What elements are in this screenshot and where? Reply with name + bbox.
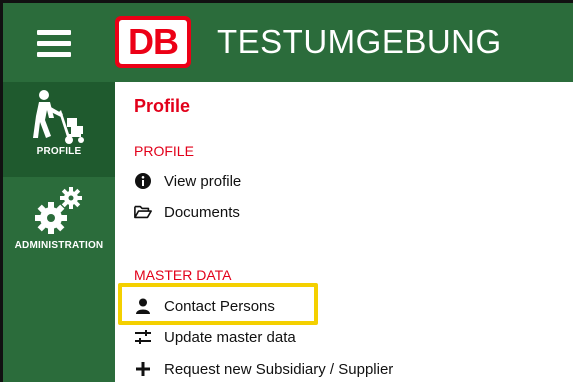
update-master-data-label: Update master data (164, 328, 296, 346)
worker-cart-icon (33, 90, 84, 144)
sidebar-item-administration[interactable]: ADMINISTRATION (3, 182, 115, 272)
app-title: TESTUMGEBUNG (217, 23, 502, 60)
menu-icon[interactable] (37, 30, 71, 58)
db-logo[interactable]: DB (115, 16, 191, 68)
request-new-subsidiary-label: Request new Subsidiary / Supplier (164, 360, 394, 378)
folder-open-icon (134, 203, 152, 221)
main-content: Profile PROFILE View profile Documents M… (115, 82, 573, 382)
sidebar-item-profile[interactable]: PROFILE (3, 82, 115, 177)
request-new-subsidiary-link[interactable]: Request new Subsidiary / Supplier (134, 360, 393, 378)
plus-icon (134, 360, 152, 378)
sidebar: PROFILE ADMINISTRATION (0, 82, 115, 382)
gears-icon (35, 187, 82, 234)
sliders-icon (134, 328, 152, 346)
documents-label: Documents (164, 203, 240, 221)
documents-link[interactable]: Documents (134, 203, 240, 221)
top-bar: DB TESTUMGEBUNG (0, 0, 573, 82)
section-title-profile: PROFILE (134, 143, 194, 159)
highlight-box (118, 283, 318, 325)
app-frame: DB TESTUMGEBUNG PROFILE ADMINISTRATION P… (0, 0, 573, 382)
db-logo-text: DB (119, 20, 187, 64)
update-master-data-link[interactable]: Update master data (134, 328, 296, 346)
sidebar-item-profile-label: PROFILE (36, 146, 82, 157)
view-profile-link[interactable]: View profile (134, 172, 241, 190)
page-title: Profile (134, 96, 191, 116)
section-title-master-data: MASTER DATA (134, 267, 232, 283)
sidebar-item-administration-label: ADMINISTRATION (14, 240, 104, 251)
view-profile-label: View profile (164, 172, 242, 190)
info-circle-icon (134, 172, 152, 190)
